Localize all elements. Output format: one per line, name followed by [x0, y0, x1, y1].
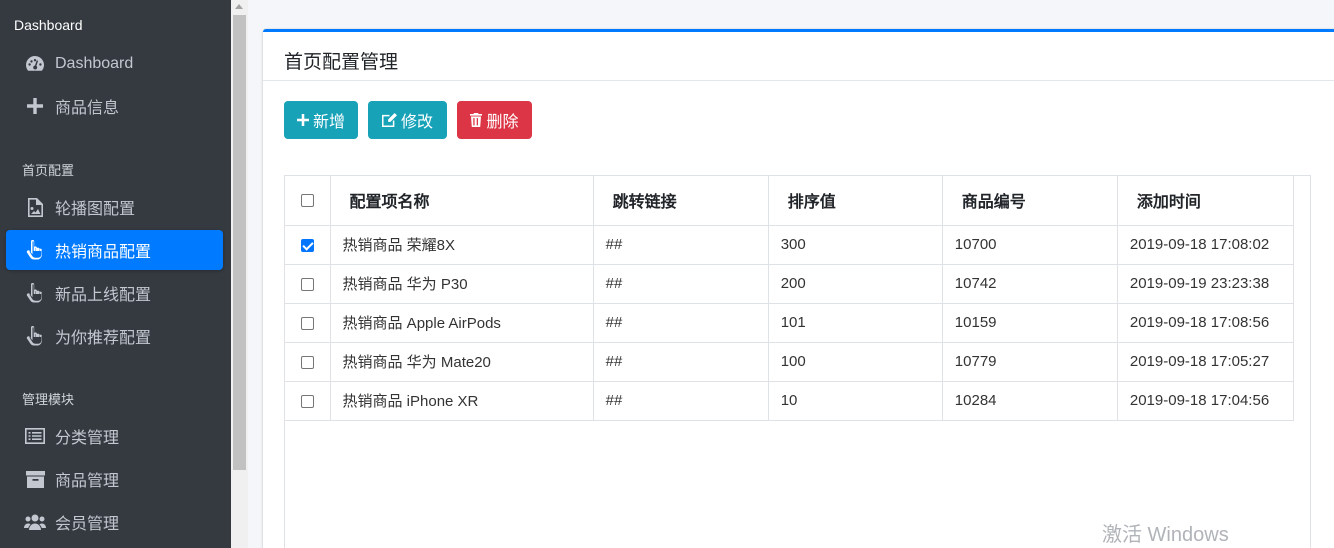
cell-goods-id: 10700	[942, 225, 1118, 265]
cell-goods-id: 10284	[942, 381, 1118, 421]
sidebar-item-hot-goods[interactable]: 热销商品配置	[6, 230, 223, 270]
table-row[interactable]: 热销商品 华为 P30 ## 200 10742 2019-09-19 23:2…	[285, 264, 1295, 304]
sidebar-item-label: 为你推荐配置	[55, 330, 152, 347]
add-button-label: 新增	[312, 114, 345, 131]
windows-activation-watermark: 激活 Windows	[1102, 524, 1229, 546]
cell-sort: 200	[768, 264, 943, 304]
column-header-link[interactable]: 跳转链接	[593, 176, 769, 226]
config-card: 首页配置管理 新增 修改 删除 配置项名称 跳转链接 排序值 商品编号 添加时间	[263, 29, 1334, 548]
sidebar-item-category[interactable]: 分类管理	[6, 416, 223, 456]
cell-sort: 101	[768, 303, 943, 343]
cell-sort: 10	[768, 381, 943, 421]
scroll-up-arrow-icon[interactable]	[235, 4, 243, 9]
hand-pointer-icon	[24, 326, 46, 346]
row-select-cell	[285, 303, 331, 343]
cell-link: ##	[593, 342, 769, 382]
sidebar-item-goods-info[interactable]: 商品信息	[6, 86, 223, 126]
cell-time: 2019-09-18 17:05:27	[1117, 342, 1295, 382]
sidebar-item-label: 分类管理	[55, 430, 120, 447]
config-table-container: 配置项名称 跳转链接 排序值 商品编号 添加时间 热销商品 荣耀8X ## 30…	[284, 175, 1311, 548]
column-header-sort[interactable]: 排序值	[768, 176, 943, 226]
hand-pointer-icon	[24, 240, 46, 260]
image-file-icon	[24, 197, 46, 217]
cell-time: 2019-09-18 17:04:56	[1117, 381, 1295, 421]
cell-time: 2019-09-18 17:08:56	[1117, 303, 1295, 343]
trash-icon	[470, 113, 483, 127]
cell-sort: 100	[768, 342, 943, 382]
table-row[interactable]: 热销商品 华为 Mate20 ## 100 10779 2019-09-18 1…	[285, 342, 1295, 382]
plus-icon	[296, 114, 309, 126]
row-checkbox[interactable]	[300, 238, 314, 252]
page-title: 首页配置管理	[284, 52, 399, 73]
sidebar-item-goods-manage[interactable]: 商品管理	[6, 459, 223, 499]
sidebar-item-members[interactable]: 会员管理	[6, 502, 223, 542]
sidebar-item-new-goods[interactable]: 新品上线配置	[6, 273, 223, 313]
cell-name: 热销商品 华为 P30	[330, 264, 594, 304]
sidebar-item-label: 热销商品配置	[55, 244, 152, 261]
cell-name: 热销商品 Apple AirPods	[330, 303, 594, 343]
row-select-cell	[285, 381, 331, 421]
row-checkbox[interactable]	[300, 277, 314, 291]
card-divider	[263, 80, 1334, 81]
row-select-cell	[285, 225, 331, 265]
select-all-checkbox[interactable]	[300, 193, 314, 207]
cell-name: 热销商品 华为 Mate20	[330, 342, 594, 382]
sidebar-item-label: 商品信息	[55, 100, 120, 117]
sidebar-header: Dashboard	[14, 17, 83, 33]
sidebar-item-label: 商品管理	[55, 473, 120, 490]
cell-goods-id: 10779	[942, 342, 1118, 382]
delete-button-label: 删除	[486, 114, 519, 131]
sidebar-item-dashboard[interactable]: Dashboard	[6, 44, 223, 84]
edit-icon	[382, 113, 397, 127]
table-row[interactable]: 热销商品 Apple AirPods ## 101 10159 2019-09-…	[285, 303, 1295, 343]
add-button[interactable]: 新增	[284, 101, 358, 139]
table-row[interactable]: 热销商品 荣耀8X ## 300 10700 2019-09-18 17:08:…	[285, 225, 1295, 265]
sidebar-item-label: 轮播图配置	[55, 201, 136, 218]
tachometer-icon	[24, 54, 46, 74]
select-all-cell	[285, 176, 331, 226]
cell-sort: 300	[768, 225, 943, 265]
sidebar-section-home: 首页配置	[22, 163, 75, 178]
list-icon	[24, 426, 46, 446]
sidebar-item-label: 会员管理	[55, 516, 120, 533]
sidebar-section-manage: 管理模块	[22, 392, 75, 407]
sidebar-scrollbar[interactable]	[231, 0, 248, 548]
sidebar: Dashboard Dashboard 商品信息 首页配置 轮播图配置 热销商品…	[0, 0, 231, 548]
config-table: 配置项名称 跳转链接 排序值 商品编号 添加时间 热销商品 荣耀8X ## 30…	[285, 176, 1295, 421]
sidebar-item-label: 新品上线配置	[55, 287, 152, 304]
cell-goods-id: 10742	[942, 264, 1118, 304]
sidebar-item-carousel[interactable]: 轮播图配置	[6, 187, 223, 227]
table-row[interactable]: 热销商品 iPhone XR ## 10 10284 2019-09-18 17…	[285, 381, 1295, 421]
cell-goods-id: 10159	[942, 303, 1118, 343]
row-select-cell	[285, 264, 331, 304]
edit-button[interactable]: 修改	[368, 101, 447, 139]
column-header-goods-id[interactable]: 商品编号	[942, 176, 1118, 226]
delete-button[interactable]: 删除	[457, 101, 532, 139]
sidebar-item-label: Dashboard	[55, 55, 134, 72]
column-header-time[interactable]: 添加时间	[1117, 176, 1295, 226]
cell-name: 热销商品 iPhone XR	[330, 381, 594, 421]
row-checkbox[interactable]	[300, 316, 314, 330]
scrollbar-thumb[interactable]	[233, 15, 246, 470]
cell-link: ##	[593, 381, 769, 421]
users-icon	[24, 512, 46, 532]
table-header-row: 配置项名称 跳转链接 排序值 商品编号 添加时间	[285, 176, 1295, 226]
row-checkbox[interactable]	[300, 394, 314, 408]
cell-name: 热销商品 荣耀8X	[330, 225, 594, 265]
column-header-name[interactable]: 配置项名称	[330, 176, 594, 226]
cell-link: ##	[593, 225, 769, 265]
hand-pointer-icon	[24, 283, 46, 303]
plus-icon	[24, 96, 46, 116]
cell-time: 2019-09-18 17:08:02	[1117, 225, 1295, 265]
archive-icon	[24, 469, 46, 489]
cell-time: 2019-09-19 23:23:38	[1117, 264, 1295, 304]
edit-button-label: 修改	[400, 114, 433, 131]
cell-link: ##	[593, 303, 769, 343]
sidebar-item-recommend[interactable]: 为你推荐配置	[6, 316, 223, 356]
cell-link: ##	[593, 264, 769, 304]
row-checkbox[interactable]	[300, 355, 314, 369]
row-select-cell	[285, 342, 331, 382]
